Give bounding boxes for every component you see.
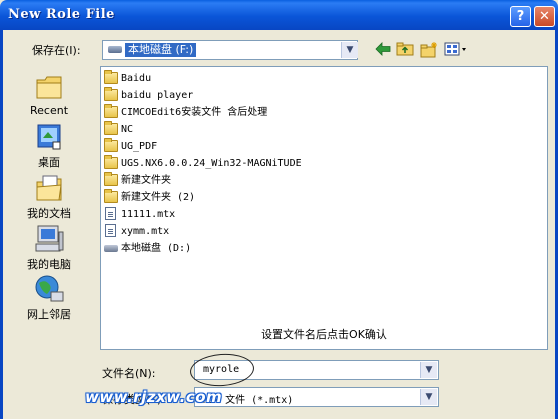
list-item-label: 11111.mtx [121,209,176,220]
place-label-desktop: 桌面 [38,156,60,169]
place-recent[interactable]: Recent [17,72,81,117]
place-label-recent: Recent [29,104,69,117]
new-folder-button[interactable] [420,42,438,58]
recent-clock-icon [33,72,65,102]
up-folder-icon [396,42,414,56]
window-frame-left [0,30,3,419]
hand-drawn-circle [188,351,256,389]
close-button[interactable]: ✕ [534,6,555,27]
list-item-label: UG_PDF [121,141,158,152]
hint-text: 设置文件名后点击OK确认 [261,328,387,341]
file-list[interactable]: Baidu baidu player CIMCOEdit6安装文件 含后处理 N… [100,66,548,350]
file-icon [105,224,116,237]
list-item-label: Baidu [121,73,152,84]
folder-icon [104,138,118,152]
network-places-icon [33,274,65,304]
filename-label: 文件名(N): [102,367,156,380]
place-network[interactable]: 网上邻居 [17,274,81,322]
back-arrow-icon [375,42,391,56]
list-item-label: baidu player [121,90,194,101]
back-button[interactable] [374,42,392,58]
chevron-down-icon[interactable]: ▼ [420,362,437,378]
up-folder-button[interactable] [396,42,414,58]
place-desktop[interactable]: 桌面 [17,122,81,170]
place-label-my-computer: 我的电脑 [27,258,71,271]
filetype-dropdown[interactable]: mtx 文件 (*.mtx) ▼ [194,387,439,407]
list-item-label: 新建文件夹 [121,175,171,186]
place-label-my-documents: 我的文档 [27,207,71,220]
my-documents-icon [33,173,65,203]
views-menu-button[interactable] [444,42,468,58]
chevron-down-icon[interactable]: ▼ [420,389,437,405]
list-item-label: NC [121,124,134,135]
folder-icon [104,104,118,118]
drive-icon [104,245,118,252]
list-item-label: xymm.mtx [121,226,170,237]
file-icon [105,207,116,220]
place-label-network: 网上邻居 [27,308,71,321]
help-button[interactable]: ? [510,6,531,27]
watermark: www.rjzxw.com [85,388,223,406]
lookin-label: 保存在(I): [32,44,81,57]
list-item-label: 本地磁盘 (D:) [121,243,192,254]
list-item-label: 新建文件夹 (2) [121,192,196,203]
place-my-documents[interactable]: 我的文档 [17,173,81,221]
folder-icon [104,121,118,135]
folder-icon [104,155,118,169]
list-item-label: UGS.NX6.0.0.24_Win32-MAGNiTUDE [121,158,302,169]
lookin-dropdown[interactable]: 本地磁盘 (F:) ▼ [102,40,358,60]
folder-icon [104,189,118,203]
new-folder-icon [420,42,437,58]
window-title: New Role File [8,7,115,22]
drive-icon [108,46,122,53]
my-computer-icon [33,224,65,254]
folder-icon [104,87,118,101]
folder-icon [104,172,118,186]
views-menu-icon [444,42,466,56]
list-item-label: CIMCOEdit6安装文件 含后处理 [121,107,268,118]
lookin-value: 本地磁盘 (F:) [125,43,197,57]
chevron-down-icon[interactable]: ▼ [341,42,358,58]
desktop-icon [33,122,65,152]
place-my-computer[interactable]: 我的电脑 [17,224,81,272]
folder-icon [104,70,118,84]
